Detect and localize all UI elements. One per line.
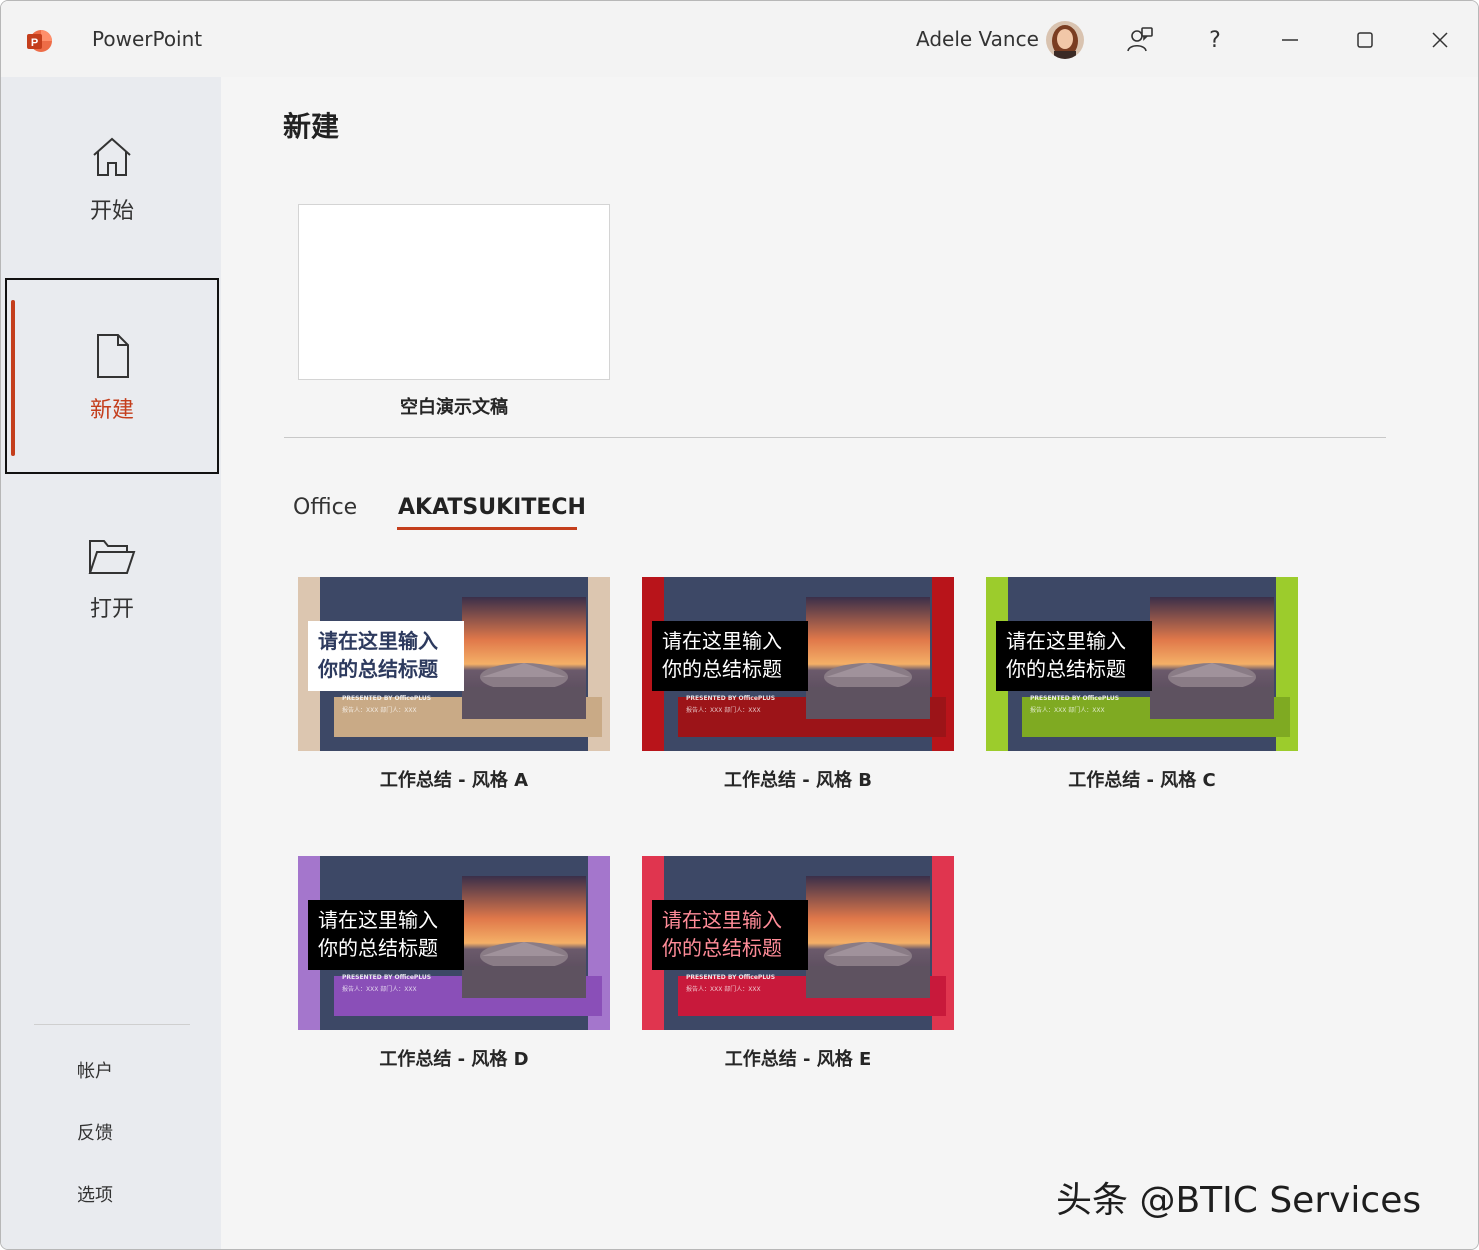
thumb-presented-by: PRESENTED BY OfficePLUS: [686, 695, 776, 702]
thumb-presented-by: PRESENTED BY OfficePLUS: [342, 695, 432, 702]
open-folder-icon: [88, 540, 136, 574]
thumb-sunset-photo: [462, 876, 586, 998]
thumb-presented-by: PRESENTED BY OfficePLUS: [1030, 695, 1120, 702]
thumb-sunset-photo: [806, 876, 930, 998]
thumb-meta: 报告人：XXX 部门人：XXX: [342, 986, 417, 993]
user-name[interactable]: Adele Vance: [916, 27, 1039, 51]
powerpoint-window: P PowerPoint Adele Vance ? 开始 新建 打开 帐户 反…: [0, 0, 1479, 1250]
help-button[interactable]: ?: [1194, 19, 1236, 61]
home-icon: [93, 137, 131, 176]
tab-office[interactable]: Office: [293, 495, 357, 520]
title-bar: P PowerPoint Adele Vance ?: [1, 1, 1478, 77]
thumb-title-box: 请在这里输入 你的总结标题: [652, 621, 808, 691]
sidebar-divider: [34, 1024, 190, 1025]
thumb-title-box: 请在这里输入 你的总结标题: [996, 621, 1152, 691]
sidebar-link-feedback[interactable]: 反馈: [77, 1119, 113, 1145]
thumb-meta: 报告人：XXX 部门人：XXX: [1030, 707, 1105, 714]
thumb-title-line: 请在这里输入: [662, 908, 782, 932]
thumb-title-line: 你的总结标题: [318, 657, 438, 681]
blank-presentation-label[interactable]: 空白演示文稿: [298, 393, 610, 419]
template-label[interactable]: 工作总结 - 风格 C: [986, 766, 1298, 792]
maximize-button[interactable]: [1344, 19, 1386, 61]
feedback-person-icon: [1127, 27, 1153, 52]
sidebar-link-options[interactable]: 选项: [77, 1181, 113, 1207]
template-thumbnail[interactable]: 请在这里输入 你的总结标题 PRESENTED BY OfficePLUS 报告人：X…: [298, 856, 610, 1030]
sidebar-item-open[interactable]: 打开: [5, 479, 219, 675]
thumb-title-line: 你的总结标题: [662, 657, 782, 681]
thumb-sunset-photo: [1150, 597, 1274, 719]
new-presentation-pane: 新建 空白演示文稿 Office AKATSUKITECH 请在这里输入 你的总结…: [221, 77, 1478, 1249]
close-icon: [1432, 32, 1448, 48]
sidebar-item-label: 开始: [89, 199, 134, 224]
template-thumbnail[interactable]: 请在这里输入 你的总结标题 PRESENTED BY OfficePLUS 报告人：X…: [986, 577, 1298, 751]
thumb-presented-by: PRESENTED BY OfficePLUS: [342, 974, 432, 981]
app-title: PowerPoint: [92, 27, 203, 51]
thumb-sunset-photo: [462, 597, 586, 719]
sidebar-item-label: 新建: [89, 398, 134, 423]
active-tab-underline: [397, 527, 577, 530]
template-label[interactable]: 工作总结 - 风格 D: [298, 1045, 610, 1071]
sidebar-item-new[interactable]: 新建: [5, 278, 219, 474]
thumb-title-line: 你的总结标题: [662, 936, 782, 960]
thumb-title-box: 请在这里输入 你的总结标题: [308, 900, 464, 970]
backstage-sidebar: 开始 新建 打开 帐户 反馈 选项: [1, 77, 221, 1249]
template-label[interactable]: 工作总结 - 风格 A: [298, 766, 610, 792]
thumb-meta: 报告人：XXX 部门人：XXX: [686, 986, 761, 993]
thumb-title-line: 请在这里输入: [318, 629, 438, 653]
thumb-sunset-photo: [806, 597, 930, 719]
help-icon: ?: [1209, 27, 1221, 53]
watermark-text: 头条 @BTIC Services: [1056, 1180, 1422, 1221]
thumb-meta: 报告人：XXX 部门人：XXX: [342, 707, 417, 714]
sidebar-item-home[interactable]: 开始: [5, 77, 219, 273]
thumb-title-box: 请在这里输入 你的总结标题: [652, 900, 808, 970]
close-button[interactable]: [1419, 19, 1461, 61]
powerpoint-logo-icon: P: [27, 30, 52, 52]
blank-presentation-thumbnail[interactable]: [298, 204, 610, 380]
sidebar-link-account[interactable]: 帐户: [77, 1057, 113, 1083]
sidebar-item-label: 打开: [89, 597, 134, 622]
thumb-presented-by: PRESENTED BY OfficePLUS: [686, 974, 776, 981]
thumb-title-line: 你的总结标题: [1006, 657, 1126, 681]
template-thumbnail[interactable]: 请在这里输入 你的总结标题 PRESENTED BY OfficePLUS 报告人：X…: [642, 856, 954, 1030]
maximize-icon: [1357, 32, 1373, 48]
feedback-person-button[interactable]: [1119, 19, 1161, 61]
template-label[interactable]: 工作总结 - 风格 B: [642, 766, 954, 792]
thumb-meta: 报告人：XXX 部门人：XXX: [686, 707, 761, 714]
template-thumbnail[interactable]: 请在这里输入 你的总结标题 PRESENTED BY OfficePLUS 报告人：X…: [642, 577, 954, 751]
thumb-title-line: 请在这里输入: [1006, 629, 1126, 653]
svg-text:P: P: [31, 37, 38, 49]
minimize-button[interactable]: [1269, 19, 1311, 61]
page-title: 新建: [283, 110, 340, 143]
thumb-title-line: 请在这里输入: [662, 629, 782, 653]
tab-akatsukitech[interactable]: AKATSUKITECH: [398, 495, 586, 520]
minimize-icon: [1282, 39, 1298, 41]
new-document-icon: [97, 334, 129, 378]
thumb-title-line: 你的总结标题: [318, 936, 438, 960]
template-thumbnail[interactable]: 请在这里输入 你的总结标题 PRESENTED BY OfficePLUS 报告人：X…: [298, 577, 610, 751]
section-divider: [284, 437, 1386, 438]
template-label[interactable]: 工作总结 - 风格 E: [642, 1045, 954, 1071]
selection-indicator: [11, 300, 15, 456]
user-avatar[interactable]: [1046, 21, 1084, 59]
thumb-title-line: 请在这里输入: [318, 908, 438, 932]
thumb-title-box: 请在这里输入 你的总结标题: [308, 621, 464, 691]
